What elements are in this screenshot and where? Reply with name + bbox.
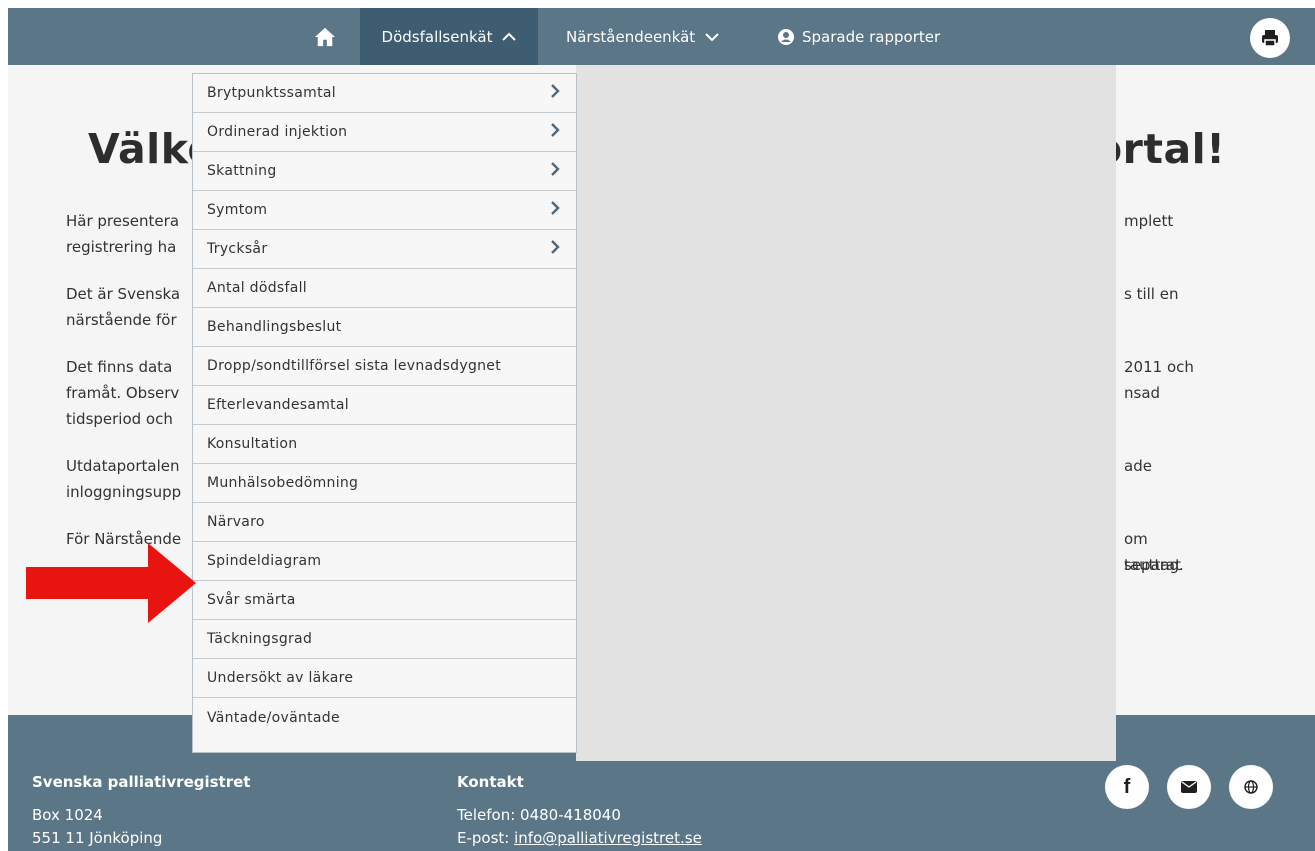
nav-narstaendeenkat-label: Närståendeenkät — [566, 27, 696, 46]
paragraph-2-right-1: s till en — [1124, 285, 1179, 303]
nav-dodsfallsenkat[interactable]: Dödsfallsenkät — [360, 8, 538, 65]
app-frame: Dödsfallsenkät Närståendeenkät Sparade r… — [8, 8, 1315, 851]
menu-item-konsultation[interactable]: Konsultation — [193, 425, 576, 464]
menu-item-label: Munhälsobedömning — [207, 475, 359, 491]
menu-item-label: Spindeldiagram — [207, 553, 322, 569]
menu-item-munhalsobedomning[interactable]: Munhälsobedömning — [193, 464, 576, 503]
mail-icon — [1181, 781, 1197, 793]
menu-item-spindeldiagram[interactable]: Spindeldiagram — [193, 542, 576, 581]
paragraph-3-right-2: nsad — [1124, 384, 1161, 402]
footer-address-2: 551 11 Jönköping — [32, 829, 163, 847]
menu-item-dropp-sondtillforsel[interactable]: Dropp/sondtillförsel sista levnadsdygnet — [193, 347, 576, 386]
menu-item-antal-dodsfall[interactable]: Antal dödsfall — [193, 269, 576, 308]
menu-item-label: Täckningsgrad — [207, 631, 313, 647]
home-button[interactable] — [295, 8, 355, 65]
dodsfallsenkat-dropdown-menu: Brytpunktssamtal Ordinerad injektion Ska… — [192, 73, 577, 753]
chevron-up-icon — [502, 32, 517, 42]
menu-item-label: Symtom — [207, 202, 268, 218]
paragraph-3-right-1: 2011 och — [1124, 358, 1194, 376]
footer-phone-label: Telefon: — [457, 806, 516, 824]
menu-item-symtom[interactable]: Symtom — [193, 191, 576, 230]
red-arrow-annotation — [26, 543, 196, 623]
footer-contact-heading: Kontakt — [457, 773, 524, 791]
nav-sparade-rapporter-label: Sparade rapporter — [802, 27, 941, 46]
home-icon — [315, 27, 335, 46]
menu-item-label: Ordinerad injektion — [207, 124, 348, 140]
menu-item-narvaro[interactable]: Närvaro — [193, 503, 576, 542]
nav-narstaendeenkat[interactable]: Närståendeenkät — [566, 8, 719, 65]
chevron-down-icon — [705, 32, 719, 42]
footer-email-label: E-post: — [457, 829, 510, 847]
footer-address-1: Box 1024 — [32, 806, 103, 824]
chevron-right-icon — [551, 84, 560, 102]
user-circle-icon — [778, 28, 794, 45]
facebook-button[interactable]: f — [1105, 765, 1149, 809]
menu-item-svar-smarta[interactable]: Svår smärta — [193, 581, 576, 620]
menu-item-label: Väntade/oväntade — [207, 709, 340, 726]
menu-item-label: Efterlevandesamtal — [207, 397, 349, 413]
paragraph-5-right-2: tauttag. — [1124, 556, 1184, 574]
menu-item-vantade-ovantade[interactable]: Väntade/oväntade — [193, 698, 576, 737]
menu-item-ordinerad-injektion[interactable]: Ordinerad injektion — [193, 113, 576, 152]
globe-icon — [1244, 780, 1258, 794]
chevron-right-icon — [551, 123, 560, 141]
facebook-icon: f — [1123, 775, 1131, 798]
menu-item-skattning[interactable]: Skattning — [193, 152, 576, 191]
menu-item-label: Närvaro — [207, 514, 265, 530]
menu-item-brytpunktssamtal[interactable]: Brytpunktssamtal — [193, 74, 576, 113]
menu-item-label: Antal dödsfall — [207, 280, 307, 296]
mail-button[interactable] — [1167, 765, 1211, 809]
menu-item-label: Skattning — [207, 163, 277, 179]
top-nav: Dödsfallsenkät Närståendeenkät Sparade r… — [8, 8, 1315, 65]
menu-item-label: Svår smärta — [207, 592, 296, 608]
menu-item-undersokt-av-lakare[interactable]: Undersökt av läkare — [193, 659, 576, 698]
menu-item-label: Brytpunktssamtal — [207, 85, 336, 101]
menu-item-behandlingsbeslut[interactable]: Behandlingsbeslut — [193, 308, 576, 347]
chevron-right-icon — [551, 240, 560, 258]
footer-phone-value: 0480-418040 — [520, 806, 621, 824]
footer-org-name: Svenska palliativregistret — [32, 773, 251, 791]
menu-item-efterlevandesamtal[interactable]: Efterlevandesamtal — [193, 386, 576, 425]
footer-email: E-post: info@palliativregistret.se — [457, 829, 702, 847]
dropdown-panel-background — [576, 65, 1116, 761]
nav-sparade-rapporter[interactable]: Sparade rapporter — [778, 8, 940, 65]
menu-item-label: Undersökt av läkare — [207, 670, 354, 686]
paragraph-4-right-1: ade — [1124, 457, 1152, 475]
website-button[interactable] — [1229, 765, 1273, 809]
footer-phone: Telefon: 0480-418040 — [457, 806, 621, 824]
chevron-right-icon — [551, 162, 560, 180]
chevron-right-icon — [551, 201, 560, 219]
print-icon — [1262, 30, 1278, 47]
menu-item-label: Dropp/sondtillförsel sista levnadsdygnet — [207, 358, 502, 374]
menu-item-label: Behandlingsbeslut — [207, 319, 342, 335]
nav-dodsfallsenkat-label: Dödsfallsenkät — [381, 27, 493, 46]
paragraph-1-right-1: mplett — [1124, 212, 1174, 230]
menu-item-trycksar[interactable]: Trycksår — [193, 230, 576, 269]
print-button[interactable] — [1250, 18, 1290, 58]
menu-item-label: Trycksår — [207, 241, 268, 257]
footer-email-link[interactable]: info@palliativregistret.se — [514, 829, 702, 847]
menu-item-tackningsgrad[interactable]: Täckningsgrad — [193, 620, 576, 659]
menu-item-label: Konsultation — [207, 436, 298, 452]
